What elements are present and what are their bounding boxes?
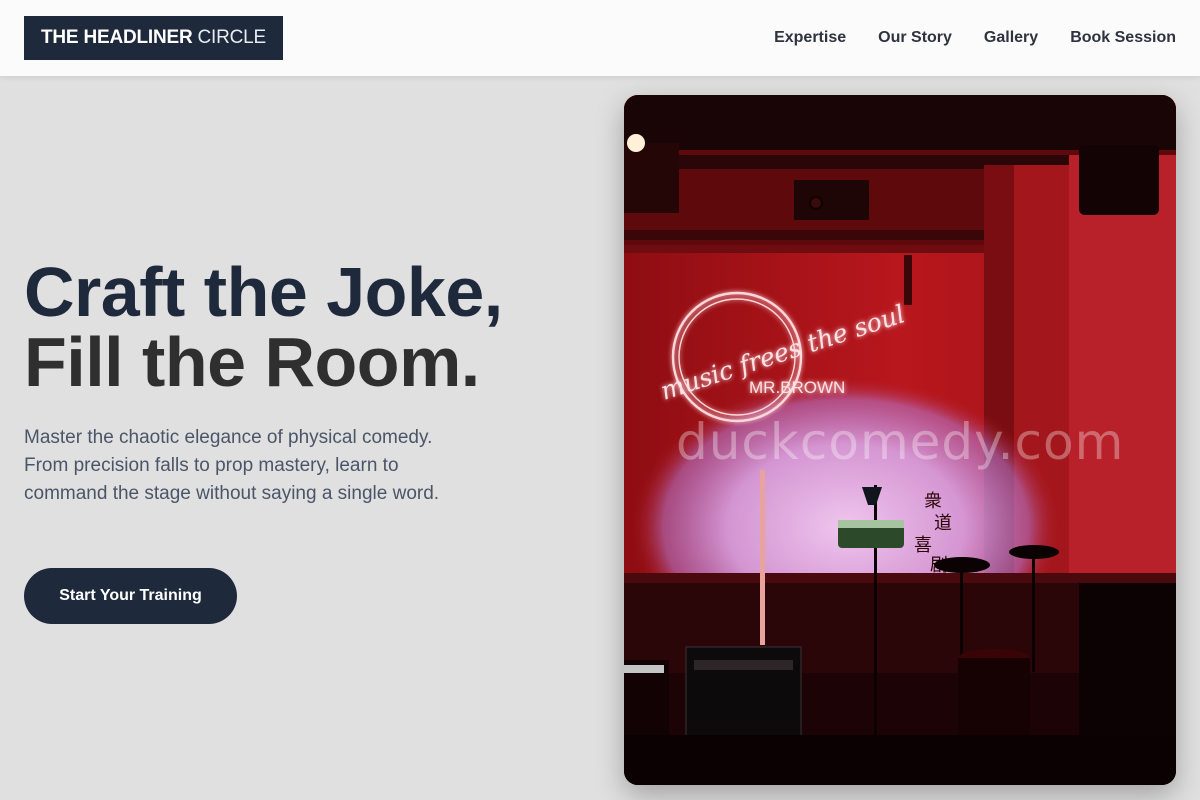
- nav-link-book-session[interactable]: Book Session: [1070, 29, 1176, 47]
- svg-text:衆: 衆: [924, 491, 942, 512]
- neon-sign-name: MR.BROWN: [749, 378, 845, 397]
- svg-text:道: 道: [934, 513, 952, 534]
- brand-logo[interactable]: THE HEADLINER CIRCLE: [24, 16, 283, 60]
- hero-title: Craft the Joke, Fill the Room.: [24, 257, 503, 397]
- hero-image: music frees the soul MR.BROWN 衆 道 喜 剧: [624, 95, 1176, 785]
- main-nav: Expertise Our Story Gallery Book Session: [774, 0, 1176, 76]
- nav-link-expertise[interactable]: Expertise: [774, 29, 846, 47]
- hero-title-line-1: Craft the Joke,: [24, 253, 503, 331]
- logo-text-bold: THE HEADLINER: [41, 27, 193, 48]
- logo-text-light: CIRCLE: [197, 27, 267, 48]
- watermark-text: duckcomedy.com: [676, 413, 1125, 471]
- start-training-button[interactable]: Start Your Training: [24, 568, 237, 624]
- hero-description: Master the chaotic elegance of physical …: [24, 427, 440, 504]
- nav-link-our-story[interactable]: Our Story: [878, 29, 952, 47]
- svg-text:喜: 喜: [914, 535, 932, 556]
- nav-link-gallery[interactable]: Gallery: [984, 29, 1038, 47]
- hero-title-line-2: Fill the Room.: [24, 323, 480, 401]
- site-header: THE HEADLINER CIRCLE Expertise Our Story…: [0, 0, 1200, 76]
